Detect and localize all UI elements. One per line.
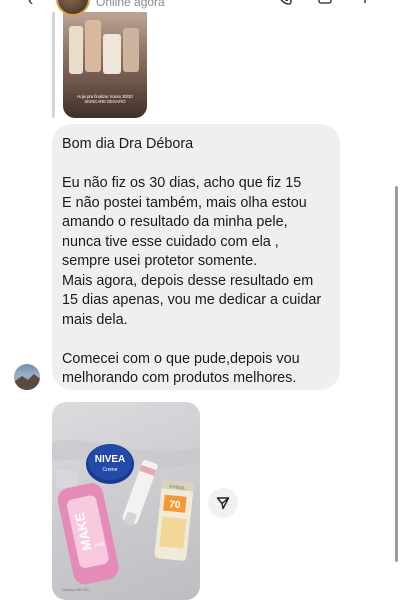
sunscreen-label: 70 xyxy=(169,499,182,511)
product-bottle xyxy=(85,20,101,72)
chat-header: ‹ Online agora xyxy=(0,0,400,16)
send-icon xyxy=(216,497,230,510)
camera-watermark: Galaxy A54 5G xyxy=(62,587,89,592)
message-bubble[interactable]: Bom dia Dra Débora Eu não fiz os 30 dias… xyxy=(52,124,340,390)
more-icon[interactable] xyxy=(358,0,372,5)
product-bottle xyxy=(103,34,121,74)
products-illustration: MAKE PRE NIVEA Creme 70 EPISOL xyxy=(52,439,200,585)
chevron-left-icon[interactable]: ‹ xyxy=(28,0,33,10)
nivea-sublabel: Creme xyxy=(102,467,117,473)
sender-avatar[interactable] xyxy=(14,364,40,390)
nivea-label: NIVEA xyxy=(95,454,126,465)
online-status: Online agora xyxy=(96,0,165,9)
message-text: Bom dia Dra Débora Eu não fiz os 30 dias… xyxy=(62,136,322,386)
video-icon[interactable] xyxy=(318,0,332,5)
product-bottle xyxy=(123,28,139,72)
story-caption: Hoje pra finalizar nosso 30/30 SKINCARE … xyxy=(77,94,133,104)
avatar-photo xyxy=(14,374,40,390)
product-bottle xyxy=(69,26,83,74)
scrollbar[interactable] xyxy=(395,186,398,562)
product-photo[interactable]: MAKE PRE NIVEA Creme 70 EPISOL Galaxy A5… xyxy=(52,402,200,600)
nivea-tin: NIVEA Creme xyxy=(86,444,134,484)
share-button[interactable] xyxy=(208,488,238,518)
story-reply-image[interactable]: Hoje pra finalizar nosso 30/30 SKINCARE … xyxy=(63,0,147,118)
phone-icon[interactable] xyxy=(278,0,292,5)
sunscreen-tube: 70 EPISOL xyxy=(154,480,195,561)
reply-indicator xyxy=(52,0,55,118)
spray-bottle: MAKE PRE xyxy=(56,470,119,585)
